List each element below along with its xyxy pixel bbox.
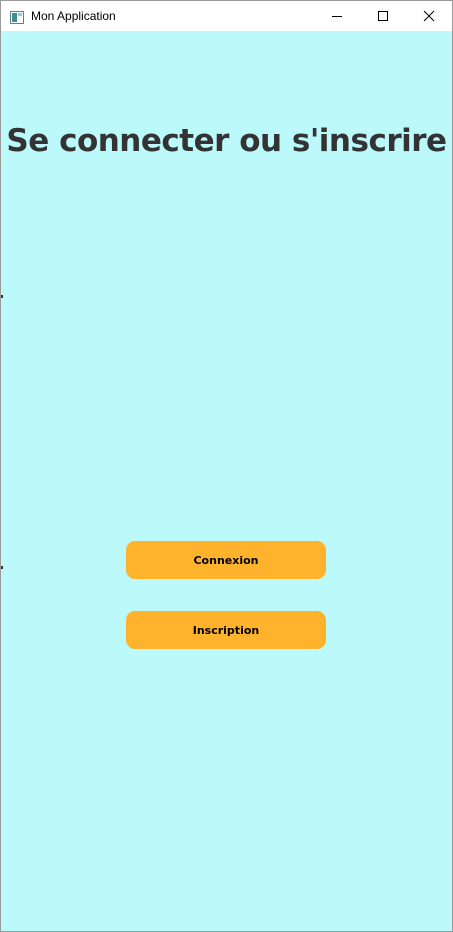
minimize-icon [332, 16, 342, 17]
main-content: Se connecter ou s'inscrire Connexion Ins… [1, 31, 452, 931]
page-title: Se connecter ou s'inscrire [6, 123, 447, 159]
title-bar[interactable]: Mon Application [1, 1, 452, 31]
close-icon [423, 10, 435, 22]
window-title: Mon Application [31, 9, 116, 23]
close-button[interactable] [406, 1, 452, 31]
edge-marker [1, 566, 3, 569]
minimize-button[interactable] [315, 1, 361, 31]
login-button[interactable]: Connexion [126, 541, 326, 579]
edge-marker [1, 295, 3, 298]
app-window-icon [10, 9, 24, 24]
signup-button[interactable]: Inscription [126, 611, 326, 649]
app-window: Mon Application Se connecter ou s'inscri… [0, 0, 453, 932]
maximize-icon [378, 11, 388, 21]
maximize-button[interactable] [360, 1, 406, 31]
